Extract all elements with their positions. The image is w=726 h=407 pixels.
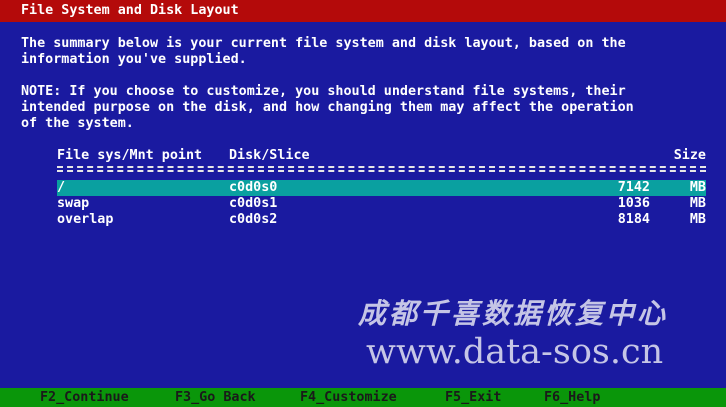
note-line-2: intended purpose on the disk, and how ch… (21, 100, 634, 115)
f6-help-key[interactable]: F6_Help (544, 389, 600, 406)
f4-customize-key[interactable]: F4_Customize (300, 389, 397, 406)
row-size: 1036 (617, 196, 650, 211)
summary-line-1: The summary below is your current file s… (21, 36, 626, 51)
screen-title: File System and Disk Layout (21, 3, 239, 18)
watermark-url: www.data-sos.cn (366, 332, 664, 372)
row-disk: c0d0s0 (229, 180, 278, 195)
table-row-root[interactable]: / c0d0s0 7142 MB (57, 180, 706, 196)
header-fs-mount: File sys/Mnt point (57, 148, 203, 163)
table-row-overlap[interactable]: overlap c0d0s2 8184 MB (57, 212, 706, 228)
f2-continue-key[interactable]: F2_Continue (40, 389, 129, 406)
row-disk: c0d0s1 (229, 196, 278, 211)
note-line-3: of the system. (21, 116, 134, 131)
function-key-bar: F2_Continue F3_Go Back F4_Customize F5_E… (0, 388, 726, 407)
header-separator (57, 166, 706, 172)
row-size: 7142 (617, 180, 650, 195)
row-unit: MB (689, 180, 706, 195)
installer-screen: File System and Disk Layout The summary … (0, 0, 726, 407)
title-bar: File System and Disk Layout (0, 0, 726, 22)
row-fs: overlap (57, 212, 114, 227)
row-size: 8184 (617, 212, 650, 227)
header-size: Size (673, 148, 706, 163)
row-fs: swap (57, 196, 90, 211)
row-unit: MB (689, 212, 706, 227)
note-line-1: NOTE: If you choose to customize, you sh… (21, 84, 626, 99)
summary-line-2: information you've supplied. (21, 52, 247, 67)
row-unit: MB (689, 196, 706, 211)
row-fs: / (57, 180, 66, 195)
header-disk-slice: Disk/Slice (229, 148, 310, 163)
row-disk: c0d0s2 (229, 212, 278, 227)
table-row-swap[interactable]: swap c0d0s1 1036 MB (57, 196, 706, 212)
f5-exit-key[interactable]: F5_Exit (445, 389, 501, 406)
f3-go-back-key[interactable]: F3_Go Back (175, 389, 256, 406)
watermark-chinese: 成都千喜数据恢复中心 (358, 297, 669, 330)
